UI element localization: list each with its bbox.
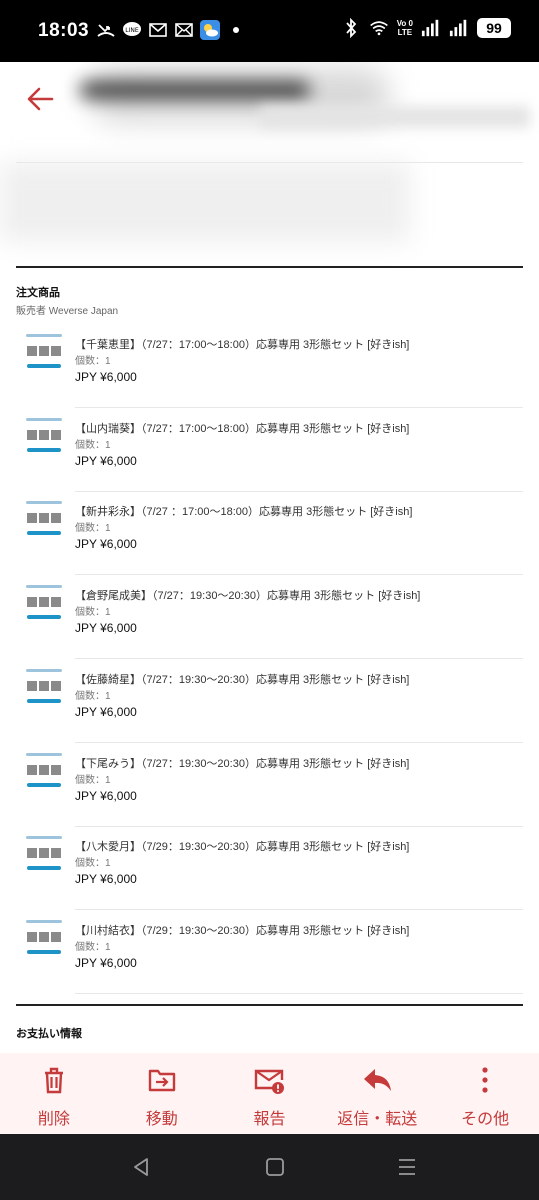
- order-item[interactable]: 【佐藤綺星】（7/27：19:30～20:30）応募専用 3形態セット [好きi…: [16, 659, 523, 743]
- payment-info-title: お支払い情報: [16, 1028, 82, 1040]
- notification-dot-icon: [226, 20, 246, 40]
- system-nav-bar: [0, 1134, 539, 1200]
- product-name: 【千葉恵里】（7/27：17:00～18:00）応募専用 3形態セット [好きi…: [75, 339, 410, 351]
- product-price: JPY ¥6,000: [75, 537, 137, 551]
- status-bar: 18:03 LINE Vo 0 LTE 99: [0, 0, 539, 62]
- order-item[interactable]: 【千葉恵里】（7/27：17:00～18:00）応募専用 3形態セット [好きi…: [16, 324, 523, 408]
- product-quantity: 個数：1: [75, 775, 111, 786]
- reply-icon: [364, 1069, 392, 1091]
- product-name: 【八木愛月】（7/29：19:30～20:30）応募専用 3形態セット [好きi…: [75, 841, 410, 853]
- nav-recents-icon[interactable]: [396, 1156, 418, 1178]
- product-quantity: 個数：1: [75, 691, 111, 702]
- product-name: 【下尾みう】（7/27：19:30～20:30）応募専用 3形態セット [好きi…: [75, 758, 410, 770]
- nav-home-icon[interactable]: [264, 1156, 286, 1178]
- move-button[interactable]: 移動: [108, 1053, 216, 1134]
- move-label: 移動: [145, 1111, 178, 1128]
- section-divider: [16, 1004, 523, 1006]
- product-name: 【佐藤綺星】（7/27：19:30～20:30）応募専用 3形態セット [好きi…: [75, 674, 410, 686]
- mail-icon-2: [174, 20, 194, 40]
- product-price: JPY ¥6,000: [75, 621, 137, 635]
- status-time: 18:03: [38, 20, 90, 41]
- redacted-area: [0, 162, 410, 242]
- product-thumbnail: [22, 920, 66, 964]
- trash-icon: [44, 1067, 63, 1094]
- battery-indicator: 99: [477, 18, 511, 38]
- section-divider: [16, 266, 523, 268]
- product-price: JPY ¥6,000: [75, 454, 137, 468]
- product-price: JPY ¥6,000: [75, 956, 137, 970]
- product-thumbnail: [22, 418, 66, 462]
- delete-button[interactable]: 削除: [0, 1053, 108, 1134]
- mail-content: 注文商品 販売者 Weverse Japan 【千葉恵里】（7/27：17:00…: [0, 62, 539, 1134]
- product-quantity: 個数：1: [75, 440, 111, 451]
- seller-info: 販売者 Weverse Japan: [16, 302, 118, 317]
- order-item[interactable]: 【山内瑞葵】（7/27：17:00～18:00）応募専用 3形態セット [好きi…: [16, 408, 523, 492]
- svg-text:LINE: LINE: [125, 27, 139, 34]
- arrow-left-icon: [27, 87, 54, 111]
- seller-name: Weverse Japan: [48, 306, 119, 317]
- wifi-icon: [369, 18, 389, 38]
- back-button[interactable]: [26, 84, 56, 114]
- redacted-area: [260, 106, 530, 128]
- signal-icon-2: [449, 18, 469, 38]
- product-quantity: 個数：1: [75, 858, 111, 869]
- order-item[interactable]: 【下尾みう】（7/27：19:30～20:30）応募専用 3形態セット [好きi…: [16, 743, 523, 827]
- product-price: JPY ¥6,000: [75, 705, 137, 719]
- order-item[interactable]: 【八木愛月】（7/29：19:30～20:30）応募専用 3形態セット [好きi…: [16, 826, 523, 910]
- product-name: 【川村結衣】（7/29：19:30～20:30）応募専用 3形態セット [好きi…: [75, 925, 410, 937]
- product-price: JPY ¥6,000: [75, 872, 137, 886]
- product-thumbnail: [22, 585, 66, 629]
- delete-label: 削除: [37, 1111, 70, 1128]
- weather-icon: [200, 20, 220, 40]
- product-price: JPY ¥6,000: [75, 370, 137, 384]
- product-name: 【山内瑞葵】（7/27：17:00～18:00）応募専用 3形態セット [好きi…: [75, 423, 410, 435]
- product-thumbnail: [22, 753, 66, 797]
- volte-lte-icon: Vo 0 LTE: [396, 19, 413, 37]
- product-thumbnail: [22, 669, 66, 713]
- product-quantity: 個数：1: [75, 942, 111, 953]
- mail-icon: [148, 20, 168, 40]
- dots-vertical-icon: [482, 1067, 488, 1093]
- line-app-icon: LINE: [122, 20, 142, 40]
- seller-label: 販売者: [16, 306, 46, 317]
- redacted-area: [80, 82, 310, 98]
- item-divider: [75, 993, 523, 994]
- product-quantity: 個数：1: [75, 523, 111, 534]
- mail-alert-icon: [255, 1069, 285, 1094]
- missed-call-icon: [96, 20, 116, 40]
- product-name: 【倉野尾成美】（7/27：19:30～20:30）応募専用 3形態セット [好き…: [75, 590, 421, 602]
- order-items-title: 注文商品: [16, 287, 60, 299]
- signal-icon: [421, 18, 441, 38]
- report-label: 報告: [253, 1111, 286, 1128]
- order-item[interactable]: 【川村結衣】（7/29：19:30～20:30）応募専用 3形態セット [好きi…: [16, 910, 523, 994]
- order-item[interactable]: 【新井彩永】（7/27 ：17:00～18:00）応募専用 3形態セット [好き…: [16, 491, 523, 575]
- product-thumbnail: [22, 836, 66, 880]
- folder-move-icon: [148, 1069, 175, 1092]
- nav-back-icon[interactable]: [130, 1156, 152, 1178]
- product-quantity: 個数：1: [75, 607, 111, 618]
- divider: [16, 162, 523, 163]
- reply-forward-label: 返信・転送: [337, 1111, 418, 1128]
- product-thumbnail: [22, 501, 66, 545]
- product-quantity: 個数：1: [75, 356, 111, 367]
- reply-forward-button[interactable]: 返信・転送: [323, 1053, 431, 1134]
- report-button[interactable]: 報告: [216, 1053, 324, 1134]
- order-item[interactable]: 【倉野尾成美】（7/27：19:30～20:30）応募専用 3形態セット [好き…: [16, 575, 523, 659]
- product-name: 【新井彩永】（7/27 ：17:00～18:00）応募専用 3形態セット [好き…: [75, 506, 413, 518]
- product-thumbnail: [22, 334, 66, 378]
- bluetooth-icon: [341, 18, 361, 38]
- status-notification-icons: LINE: [96, 20, 246, 40]
- mail-action-toolbar: 削除 移動 報告 返信・転送 その他: [0, 1053, 539, 1134]
- more-label: その他: [461, 1111, 510, 1128]
- status-system-icons: Vo 0 LTE 99: [341, 18, 511, 38]
- more-button[interactable]: その他: [431, 1053, 539, 1134]
- product-price: JPY ¥6,000: [75, 789, 137, 803]
